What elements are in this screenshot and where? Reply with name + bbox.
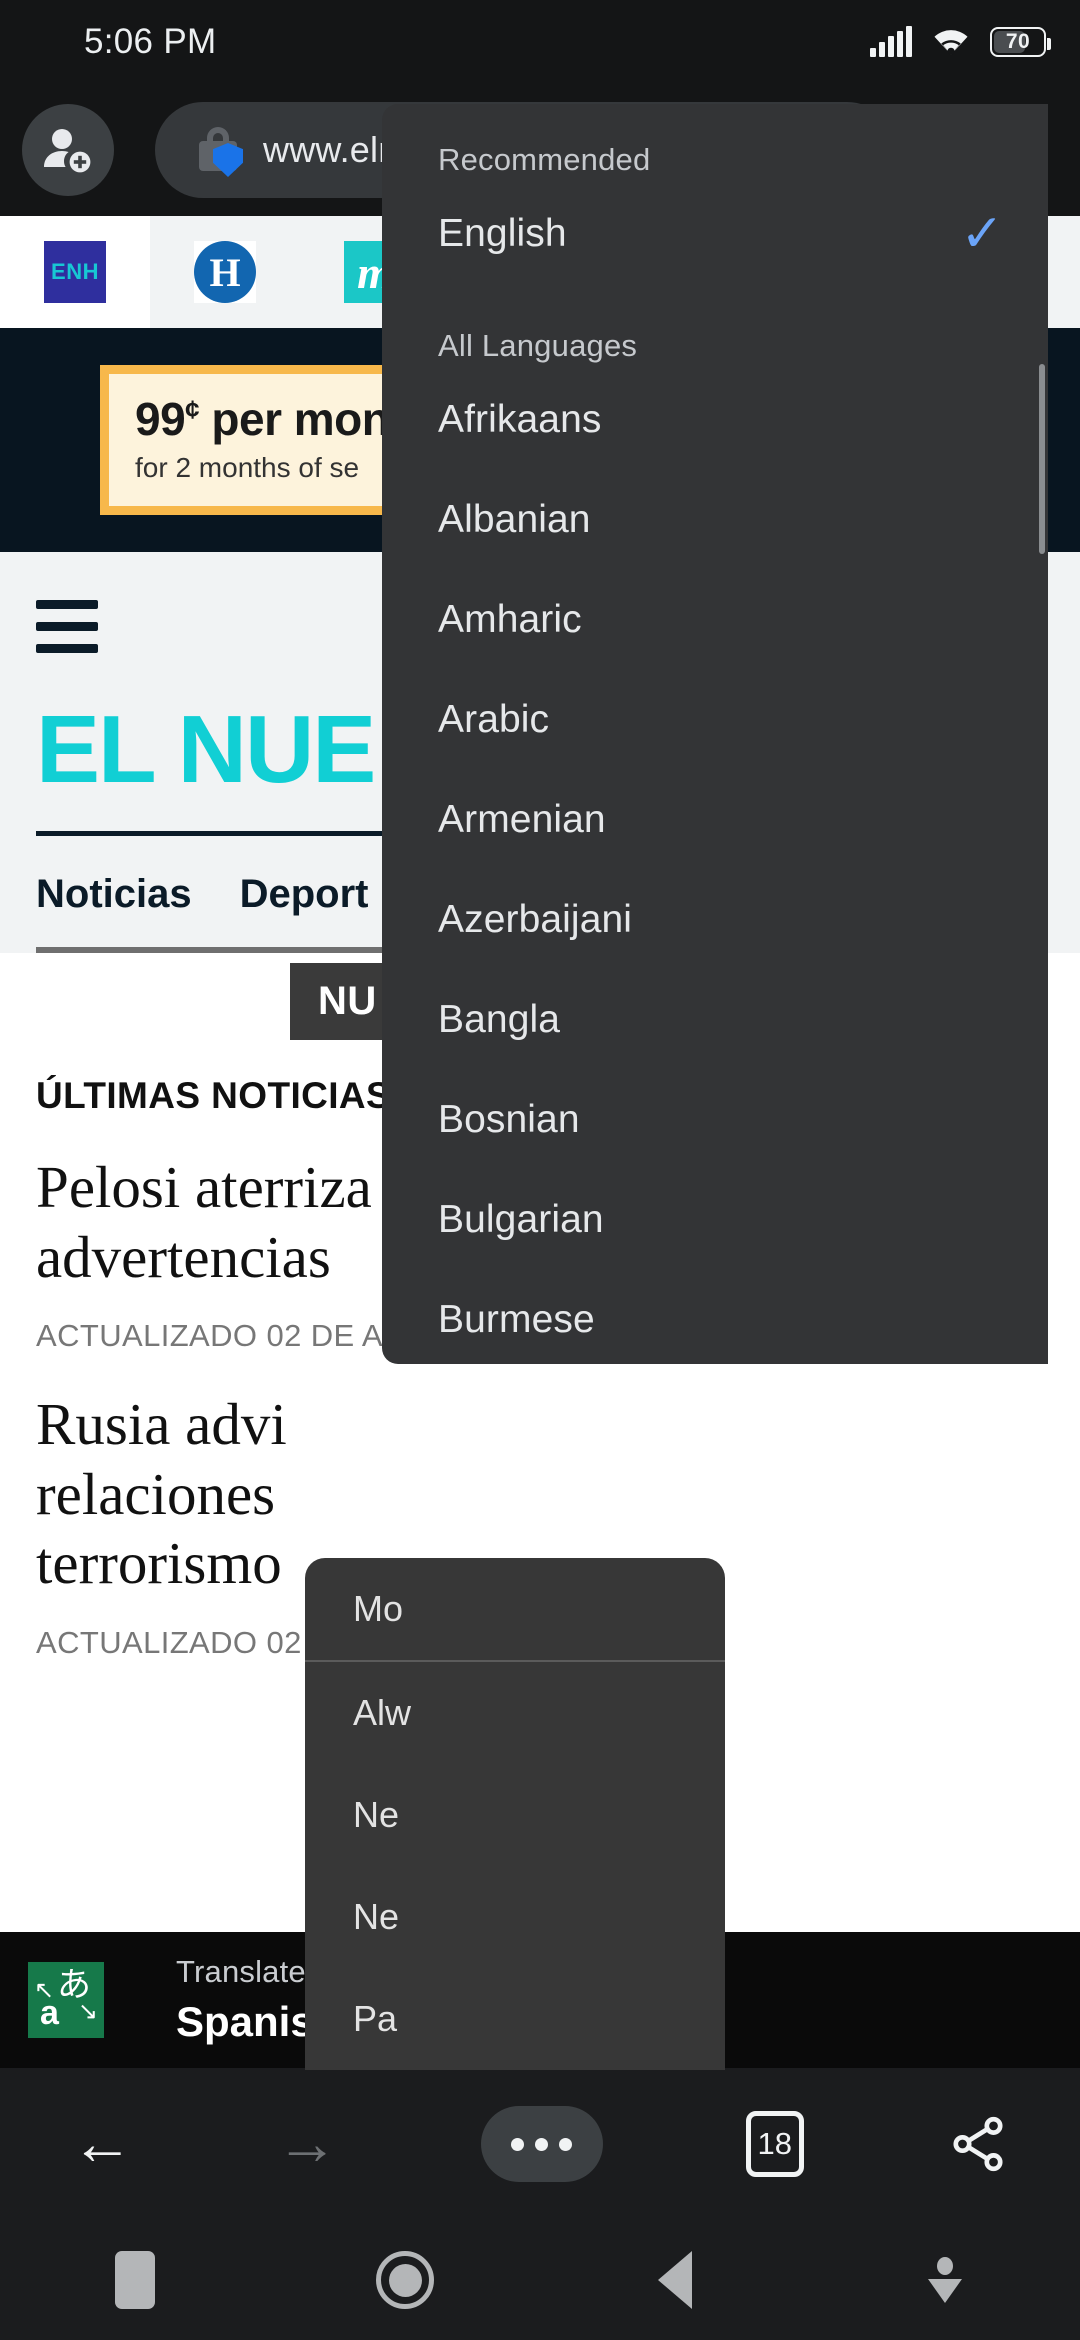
add-account-icon[interactable] xyxy=(22,104,114,196)
all-languages-header: All Languages xyxy=(438,328,638,363)
status-clock: 5:06 PM xyxy=(84,22,217,61)
back-arrow-glyph: ← xyxy=(71,2109,134,2178)
language-item[interactable]: Afrikaans xyxy=(382,370,1048,470)
recents-icon[interactable] xyxy=(0,2251,270,2309)
translate-option-item[interactable]: Ne xyxy=(305,1866,725,1968)
language-label: Amharic xyxy=(438,598,582,641)
hamburger-menu-icon[interactable] xyxy=(36,600,98,653)
language-item[interactable]: Burmese xyxy=(382,1270,1048,1364)
google-translate-icon: あ a ↖ ↘ xyxy=(28,1962,104,2038)
android-navigation-bar xyxy=(0,2220,1080,2340)
status-icons: 70 xyxy=(870,26,1051,57)
tab-switcher-button[interactable]: 18 xyxy=(745,2111,804,2177)
url-text: www.eln xyxy=(263,129,399,170)
language-label: Arabic xyxy=(438,698,550,741)
translate-option-item[interactable]: Alw xyxy=(305,1662,725,1764)
browser-bottom-toolbar: ← → 18 xyxy=(0,2068,1080,2220)
shortcut-h[interactable]: H xyxy=(150,216,300,328)
battery-percent: 70 xyxy=(1005,30,1031,53)
back-icon[interactable] xyxy=(540,2251,810,2309)
language-label: English xyxy=(438,212,567,255)
language-dropdown[interactable]: Recommended English ✓ All Languages Afri… xyxy=(382,104,1048,1364)
battery-icon: 70 xyxy=(990,27,1051,57)
nav-noticias[interactable]: Noticias xyxy=(36,872,192,917)
article-title-line: relaciones xyxy=(36,1460,276,1527)
translate-option-item[interactable]: Pa xyxy=(305,1968,725,2070)
language-item[interactable]: Bangla xyxy=(382,970,1048,1070)
more-options-icon[interactable] xyxy=(480,2106,603,2182)
language-item[interactable]: Bosnian xyxy=(382,1070,1048,1170)
scrollbar-thumb[interactable] xyxy=(1039,364,1045,554)
language-label: Bangla xyxy=(438,998,561,1041)
back-arrow-icon[interactable]: ← xyxy=(71,2113,133,2175)
translate-option-item[interactable]: Ne xyxy=(305,1764,725,1866)
language-label: Bosnian xyxy=(438,1098,580,1141)
promo-price: 99 xyxy=(135,393,186,445)
language-item[interactable]: Amharic xyxy=(382,570,1048,670)
article-title-line: Rusia advi xyxy=(36,1391,287,1458)
language-label: Bulgarian xyxy=(438,1198,604,1241)
language-item[interactable]: Armenian xyxy=(382,770,1048,870)
recommended-header: Recommended xyxy=(438,142,651,177)
shortcut-h-label: H xyxy=(194,241,256,303)
shield-icon xyxy=(213,143,243,177)
share-icon[interactable] xyxy=(947,2113,1009,2175)
promo-headline-rest: per mon xyxy=(199,393,390,445)
language-label: Azerbaijani xyxy=(438,898,633,941)
language-item[interactable]: Albanian xyxy=(382,470,1048,570)
language-item-english[interactable]: English ✓ xyxy=(382,184,1048,284)
home-icon[interactable] xyxy=(270,2251,540,2309)
checkmark-icon: ✓ xyxy=(960,205,1004,263)
language-label: Armenian xyxy=(438,798,606,841)
shortcut-enh[interactable]: ENH xyxy=(0,216,150,328)
shortcut-enh-label: ENH xyxy=(44,241,106,303)
language-list: Recommended English ✓ All Languages Afri… xyxy=(382,104,1048,1364)
lock-icon[interactable] xyxy=(195,125,243,177)
language-label: Afrikaans xyxy=(438,398,602,441)
phone-screen: 5:06 PM 70 www.eln ENH H m 99¢ per mon f… xyxy=(0,0,1080,2340)
translate-options-menu: Mo Alw Ne Ne Pa xyxy=(305,1558,725,2070)
language-label: Albanian xyxy=(438,498,591,541)
language-label: Burmese xyxy=(438,1298,595,1341)
hide-keyboard-icon[interactable] xyxy=(810,2257,1080,2303)
tab-count: 18 xyxy=(745,2111,804,2177)
forward-arrow-icon[interactable]: → xyxy=(276,2113,338,2175)
cellular-signal-icon xyxy=(870,26,912,57)
forward-arrow-glyph: → xyxy=(276,2109,339,2178)
language-item[interactable]: Azerbaijani xyxy=(382,870,1048,970)
language-item[interactable]: Arabic xyxy=(382,670,1048,770)
nav-deportes[interactable]: Deport xyxy=(240,872,369,917)
status-bar: 5:06 PM 70 xyxy=(0,0,1080,84)
wifi-icon xyxy=(932,27,970,57)
language-item[interactable]: Bulgarian xyxy=(382,1170,1048,1270)
translate-option-item[interactable]: Mo xyxy=(305,1558,725,1660)
promo-cent-symbol: ¢ xyxy=(185,394,200,425)
